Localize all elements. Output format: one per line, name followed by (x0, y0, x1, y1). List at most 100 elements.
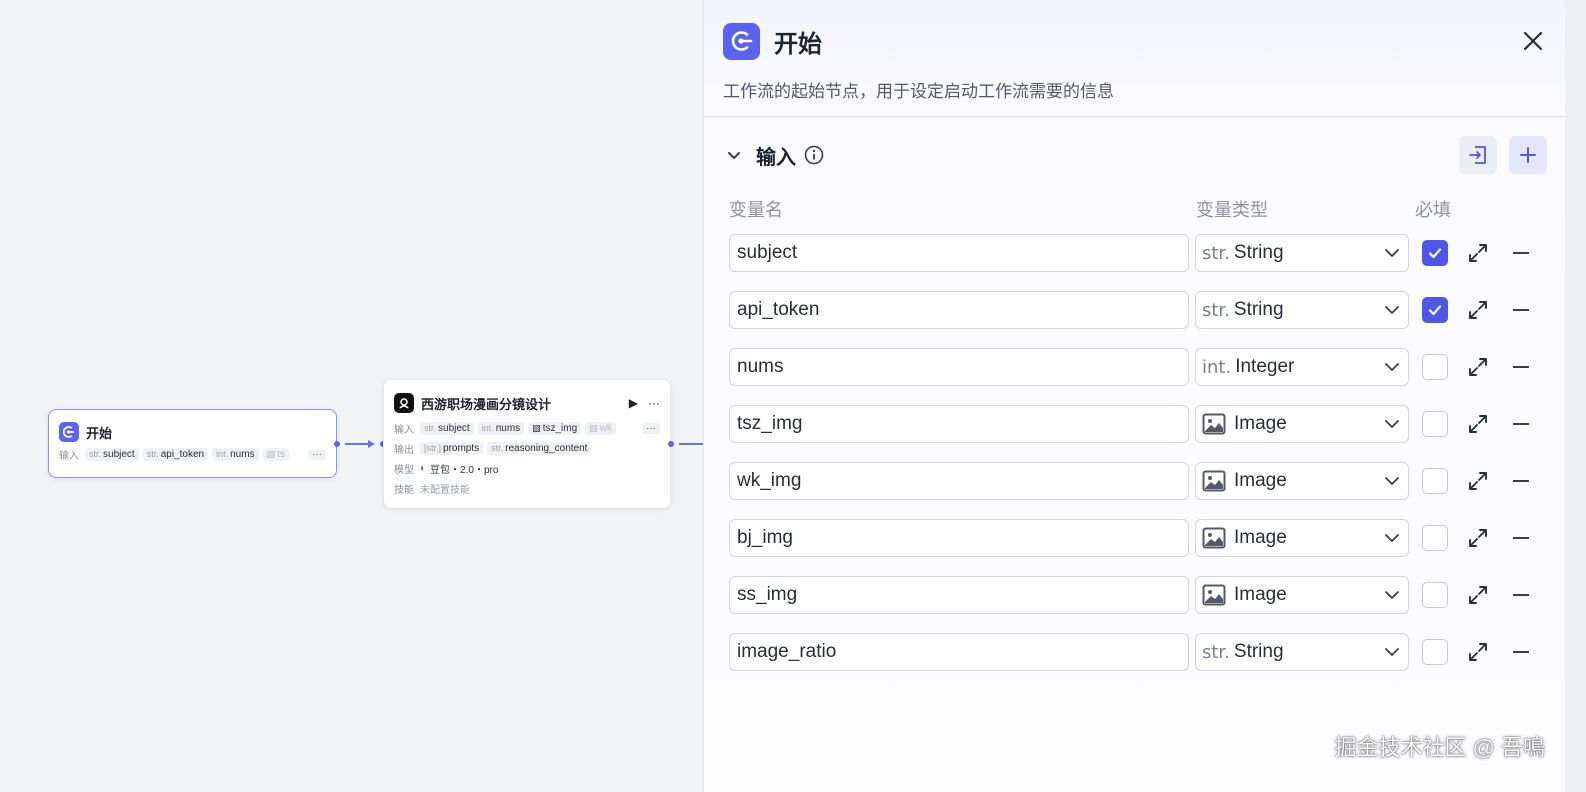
variable-name-input[interactable]: nums (729, 348, 1189, 386)
llm-node-title: 西游职场漫画分镜设计 (421, 396, 552, 412)
remove-variable-button[interactable] (1513, 537, 1529, 539)
llm-node-icon (394, 393, 414, 413)
more-inputs-button[interactable]: ··· (642, 422, 660, 434)
more-icon[interactable]: ··· (648, 396, 660, 410)
chevron-down-icon (1382, 642, 1402, 662)
variable-name-input[interactable]: subject (729, 234, 1189, 272)
expand-icon[interactable] (1467, 299, 1489, 321)
variable-type-select[interactable]: str. String (1195, 234, 1409, 272)
workflow-canvas[interactable]: 开始 输入 str. subject str. api_token int. nums… (0, 0, 710, 792)
input-chip: str. subject (85, 447, 139, 461)
watermark: 掘金技术社区 @ 吾鳴 (1334, 735, 1545, 760)
type-label: String (1233, 242, 1284, 263)
variable-type-select[interactable]: Image (1195, 576, 1409, 614)
variable-type-select[interactable]: Image (1195, 405, 1409, 443)
start-node-header: 开始 (49, 410, 336, 444)
required-checkbox[interactable] (1422, 354, 1448, 380)
input-chip: str. subject (420, 421, 474, 435)
image-type-icon: ▨ (532, 422, 541, 433)
remove-variable-button[interactable] (1513, 252, 1529, 254)
variable-type-select[interactable]: int. Integer (1195, 348, 1409, 386)
chevron-down-icon (1382, 243, 1402, 263)
variable-name-input[interactable]: ss_img (729, 576, 1189, 614)
import-button[interactable] (1459, 136, 1497, 174)
start-node-input-label: 输入 (59, 450, 79, 462)
variable-type-select[interactable]: Image (1195, 519, 1409, 557)
close-button[interactable] (1519, 27, 1547, 55)
panel-header: 开始 (723, 21, 1547, 61)
divider (704, 116, 1567, 117)
add-variable-button[interactable] (1509, 136, 1547, 174)
image-type-icon: ▨ (589, 422, 598, 433)
section-title: 输入 (756, 146, 796, 169)
type-prefix: str. (1202, 242, 1230, 264)
type-label: Image (1234, 584, 1287, 605)
variable-row: wk_img Image (729, 462, 1559, 500)
variable-type-select[interactable]: str. String (1195, 291, 1409, 329)
start-node-title: 开始 (86, 425, 113, 441)
chevron-down-icon (1382, 300, 1402, 320)
expand-icon[interactable] (1467, 641, 1489, 663)
output-chip: [str.] prompts (420, 441, 484, 455)
required-checkbox[interactable] (1422, 411, 1448, 437)
edge-arrowhead (368, 440, 375, 448)
variable-row: api_token str. String (729, 291, 1559, 329)
variable-name-input[interactable]: bj_img (729, 519, 1189, 557)
type-label: Image (1234, 413, 1287, 434)
run-icon[interactable]: ▶ (629, 396, 638, 410)
variable-type-select[interactable]: str. String (1195, 633, 1409, 671)
variable-type-select[interactable]: Image (1195, 462, 1409, 500)
llm-node-out-port[interactable] (668, 441, 674, 447)
type-prefix: str. (1202, 641, 1230, 663)
remove-variable-button[interactable] (1513, 309, 1529, 311)
type-label: String (1233, 641, 1284, 662)
expand-icon[interactable] (1467, 356, 1489, 378)
model-logo-icon: ◐ (420, 462, 427, 474)
image-icon (1202, 527, 1226, 549)
skill-value: 未配置技能 (420, 484, 470, 496)
expand-icon[interactable] (1467, 527, 1489, 549)
required-checkbox[interactable] (1422, 468, 1448, 494)
llm-node-inputs: 输入 str. subject int. nums ▨ tsz_img ▨ wk ··· (384, 418, 670, 438)
type-label: Image (1234, 470, 1287, 491)
expand-icon[interactable] (1467, 470, 1489, 492)
close-icon (1523, 31, 1543, 51)
remove-variable-button[interactable] (1513, 480, 1529, 482)
more-inputs-button[interactable]: ··· (308, 448, 326, 460)
variable-name-input[interactable]: api_token (729, 291, 1189, 329)
llm-node-skills: 技能 未配置技能 (384, 478, 670, 498)
start-node[interactable]: 开始 输入 str. subject str. api_token int. nums… (48, 409, 337, 478)
image-icon (1202, 584, 1226, 606)
required-checkbox[interactable] (1422, 240, 1448, 266)
remove-variable-button[interactable] (1513, 423, 1529, 425)
expand-icon[interactable] (1467, 584, 1489, 606)
remove-variable-button[interactable] (1513, 594, 1529, 596)
plus-icon (1520, 147, 1536, 163)
required-checkbox[interactable] (1422, 525, 1448, 551)
column-header-type: 变量类型 (1196, 200, 1268, 220)
input-chip: str. api_token (142, 447, 209, 461)
edge-start-llm (345, 443, 370, 445)
llm-node[interactable]: 西游职场漫画分镜设计 ▶ ··· 输入 str. subject int. nums… (383, 379, 671, 509)
variable-name-input[interactable]: image_ratio (729, 633, 1189, 671)
model-value: 豆包・2.0・pro (430, 464, 499, 476)
start-node-out-port[interactable] (334, 441, 340, 447)
remove-variable-button[interactable] (1513, 651, 1529, 653)
required-checkbox[interactable] (1422, 297, 1448, 323)
collapse-chevron-icon[interactable] (724, 145, 744, 165)
type-label: String (1233, 299, 1284, 320)
required-checkbox[interactable] (1422, 639, 1448, 665)
chevron-down-icon (1382, 528, 1402, 548)
expand-icon[interactable] (1467, 413, 1489, 435)
remove-variable-button[interactable] (1513, 366, 1529, 368)
variable-row: subject str. String (729, 234, 1559, 272)
expand-icon[interactable] (1467, 242, 1489, 264)
type-prefix: str. (1202, 299, 1230, 321)
variable-name-input[interactable]: tsz_img (729, 405, 1189, 443)
column-header-name: 变量名 (729, 200, 783, 220)
required-checkbox[interactable] (1422, 582, 1448, 608)
input-chip: int. nums (477, 421, 525, 435)
variable-name-input[interactable]: wk_img (729, 462, 1189, 500)
chevron-down-icon (1382, 471, 1402, 491)
info-icon[interactable] (804, 145, 824, 165)
